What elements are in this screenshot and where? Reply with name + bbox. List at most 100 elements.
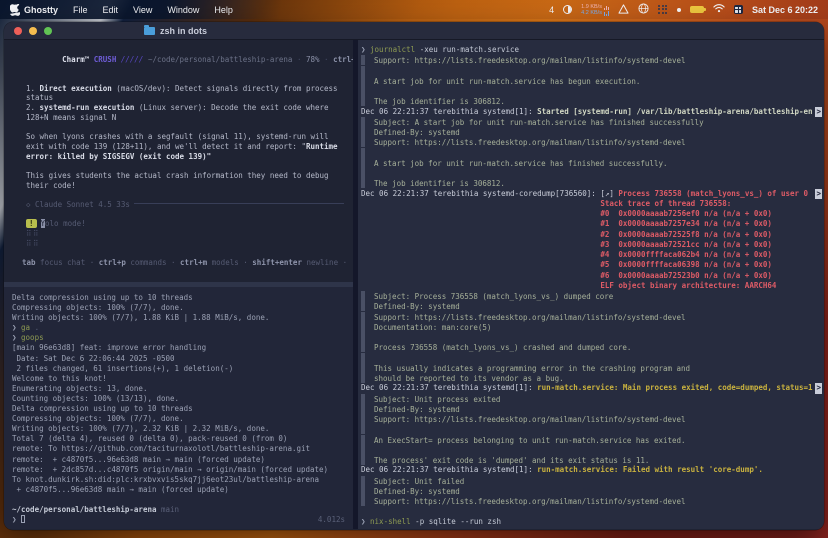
- minimize-button[interactable]: [29, 27, 37, 35]
- terminal-line: The job identifier is 306812.: [361, 96, 824, 106]
- terminal-line: [17, 74, 353, 84]
- apple-icon[interactable]: [10, 4, 20, 16]
- globe-icon[interactable]: [638, 3, 649, 16]
- terminal-line: [17, 123, 353, 133]
- net-down-speed: 4.2 KB/s: [581, 10, 602, 16]
- terminal-line: #1 0x0000aaaab7257e34 n/a (n/a + 0x0): [361, 219, 824, 229]
- menu-clock[interactable]: Sat Dec 6 20:22: [752, 5, 818, 15]
- terminal-line: #2 0x0000aaaab72525f8 n/a (n/a + 0x0): [361, 230, 824, 240]
- terminal-line: #4 0x0000ffffaca062b4 n/a (n/a + 0x0): [361, 250, 824, 260]
- terminal-line: Documentation: man:core(5): [361, 322, 824, 332]
- terminal-line: Dec 06 22:21:37 terebithia systemd[1]: r…: [361, 465, 824, 475]
- terminal-line: A start job for unit run-match.service h…: [361, 76, 824, 86]
- terminal-line: So when lyons crashes with a segfault (s…: [17, 132, 353, 142]
- crush-pane[interactable]: Charm™ CRUSH ///// ~/code/personal/battl…: [4, 40, 353, 282]
- menu-app-name[interactable]: Ghostty: [24, 5, 58, 15]
- terminal-line: 1. Direct execution (macOS/dev): Detect …: [17, 84, 353, 94]
- warning-icon[interactable]: [618, 4, 629, 16]
- stats-icon[interactable]: [734, 5, 743, 14]
- terminal-line: The process' exit code is 'dumped' and i…: [361, 455, 824, 465]
- terminal-content: Charm™ CRUSH ///// ~/code/personal/battl…: [4, 40, 824, 529]
- contrast-icon[interactable]: [563, 5, 572, 14]
- crush-body: 1. Direct execution (macOS/dev): Detect …: [17, 55, 353, 268]
- terminal-line: Date: Sat Dec 6 22:06:44 2025 -0500: [12, 354, 353, 364]
- terminal-line: error: killed by SIGSEGV (exit code 139)…: [17, 152, 353, 162]
- terminal-line: 128+N means signal N: [17, 113, 353, 123]
- terminal-line: [361, 332, 824, 342]
- terminal-line: ❯ 4.012s: [12, 515, 353, 525]
- terminal-line: [361, 148, 824, 158]
- terminal-line: Subject: A start job for unit run-match.…: [361, 117, 824, 127]
- terminal-line: [361, 168, 824, 178]
- terminal-line: Stack trace of thread 736558:: [361, 199, 824, 209]
- terminal-line: Dec 06 22:21:37 terebithia systemd[1]: S…: [361, 107, 824, 117]
- terminal-line: Writing objects: 100% (7/7), 1.88 KiB | …: [12, 313, 353, 323]
- terminal-line: Support: https://lists.freedesktop.org/m…: [361, 414, 824, 424]
- menu-help[interactable]: Help: [214, 5, 233, 15]
- terminal-line: remote: + c4870f5...96e63d8 main → main …: [12, 455, 353, 465]
- terminal-line: Writing objects: 100% (7/7), 2.32 KiB | …: [12, 424, 353, 434]
- terminal-line: Support: https://lists.freedesktop.org/m…: [361, 496, 824, 506]
- terminal-line: [361, 506, 824, 516]
- terminal-line: should be reported to its vendor as a bu…: [361, 373, 824, 383]
- terminal-line: Defined-By: systemd: [361, 404, 824, 414]
- terminal-line: #5 0x0000ffffaca06398 n/a (n/a + 0x0): [361, 260, 824, 270]
- terminal-line: ❯ goops: [12, 333, 353, 343]
- menu-file[interactable]: File: [73, 5, 88, 15]
- window-title-group: zsh in dots: [144, 26, 207, 36]
- space-indicator[interactable]: 4: [549, 5, 554, 15]
- battery-icon[interactable]: [690, 6, 704, 13]
- terminal-line: [12, 495, 353, 505]
- terminal-line: ⠿⠿: [17, 229, 353, 239]
- terminal-line: ELF object binary architecture: AARCH64: [361, 281, 824, 291]
- terminal-line: Subject: Unit failed: [361, 476, 824, 486]
- menu-view[interactable]: View: [133, 5, 152, 15]
- terminal-line: [361, 445, 824, 455]
- grid-icon[interactable]: [658, 5, 668, 15]
- terminal-line: Counting objects: 100% (13/13), done.: [12, 394, 353, 404]
- terminal-line: Delta compression using up to 10 threads: [12, 293, 353, 303]
- terminal-line: #3 0x0000aaaab72521cc n/a (n/a + 0x0): [361, 240, 824, 250]
- terminal-line: [17, 64, 353, 74]
- terminal-line: remote: + 2dc857d...c4870f5 origin/main …: [12, 465, 353, 475]
- window-titlebar[interactable]: zsh in dots: [4, 22, 824, 40]
- zoom-button[interactable]: [44, 27, 52, 35]
- wifi-icon[interactable]: [713, 4, 725, 15]
- terminal-line: Delta compression using up to 10 threads: [12, 404, 353, 414]
- terminal-line: ◇ Claude Sonnet 4.5 33s: [17, 200, 353, 210]
- terminal-line: Welcome to this knot!: [12, 374, 353, 384]
- terminal-line: Dec 06 22:21:37 terebithia systemd-cored…: [361, 189, 824, 199]
- terminal-line: Subject: Unit process exited: [361, 394, 824, 404]
- terminal-line: their code!: [17, 181, 353, 191]
- terminal-line: [361, 86, 824, 96]
- git-pane[interactable]: Delta compression using up to 10 threads…: [4, 287, 353, 529]
- terminal-line: [17, 161, 353, 171]
- terminal-line: Defined-By: systemd: [361, 127, 824, 137]
- menu-edit[interactable]: Edit: [103, 5, 119, 15]
- terminal-line: Compressing objects: 100% (7/7), done.: [12, 303, 353, 313]
- dot-icon[interactable]: [677, 8, 681, 12]
- terminal-line: Defined-By: systemd: [361, 486, 824, 496]
- terminal-line: This gives students the actual crash inf…: [17, 171, 353, 181]
- network-monitor[interactable]: 1.9 KB/s 4.2 KB/s: [581, 4, 609, 16]
- terminal-line: ❯ ga .: [12, 323, 353, 333]
- close-button[interactable]: [14, 27, 22, 35]
- terminal-line: !Yolo mode!: [17, 219, 353, 229]
- crush-header: Charm™ CRUSH ///// ~/code/personal/battl…: [17, 45, 353, 55]
- terminal-line: Support: https://lists.freedesktop.org/m…: [361, 312, 824, 322]
- terminal-line: Process 736558 (match_lyons_vs_) crashed…: [361, 342, 824, 352]
- terminal-line: [17, 55, 353, 65]
- terminal-line: #6 0x0000aaaab72523b0 n/a (n/a + 0x0): [361, 271, 824, 281]
- terminal-line: [361, 424, 824, 434]
- terminal-line: A start job for unit run-match.service h…: [361, 158, 824, 168]
- terminal-line: Defined-By: systemd: [361, 301, 824, 311]
- terminal-line: This usually indicates a programming err…: [361, 363, 824, 373]
- traffic-lights: [14, 27, 52, 35]
- journal-pane[interactable]: ❯ journalctl -xeu run-match.serviceSuppo…: [358, 40, 824, 529]
- terminal-line: status: [17, 93, 353, 103]
- terminal-line: ❯ nix-shell -p sqlite --run zsh: [361, 517, 824, 527]
- terminal-line: Support: https://lists.freedesktop.org/m…: [361, 55, 824, 65]
- terminal-line: 2 files changed, 61 insertions(+), 1 del…: [12, 364, 353, 374]
- menu-window[interactable]: Window: [167, 5, 199, 15]
- terminal-line: An ExecStart= process belonging to unit …: [361, 435, 824, 445]
